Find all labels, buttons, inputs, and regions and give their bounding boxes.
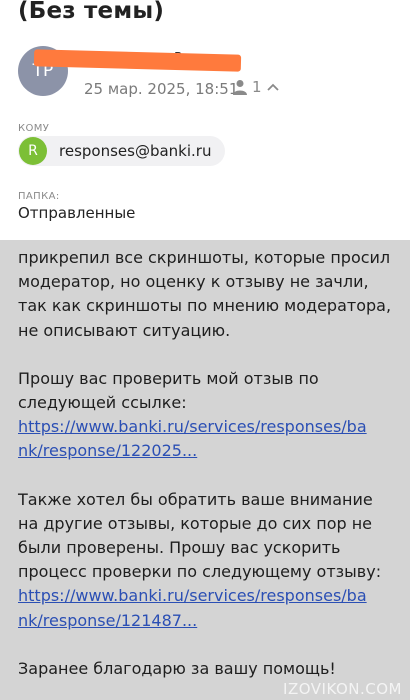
recipient-chip[interactable]: R responses@banki.ru xyxy=(18,136,226,166)
body-line: прикрепил все скриншоты, которые просил xyxy=(18,248,391,267)
body-line: на другие отзывы, которые до сих пор не xyxy=(18,513,373,533)
review-link-2-line[interactable]: https://www.banki.ru/services/responses/… xyxy=(18,584,403,608)
message-body-text: прикрепил все скриншоты, которые просил … xyxy=(18,246,403,681)
body-line: не описывают ситуацию. xyxy=(18,320,231,340)
recipient-address: responses@banki.ru xyxy=(59,142,212,160)
body-line: Также хотел бы обратить ваше внимание xyxy=(18,489,373,509)
chevron-up-icon xyxy=(266,83,279,91)
body-line: были проверены. Прошу вас ускорить xyxy=(18,538,341,558)
body-line: следующей ссылке: xyxy=(18,393,187,413)
review-link-1-line[interactable]: nk/response/122025... xyxy=(18,439,403,463)
body-line: процесс проверки по следующему отзыву: xyxy=(18,562,382,582)
review-link-2[interactable]: https://www.banki.ru/services/responses/… xyxy=(18,584,403,632)
body-line: так как скриншоты по мнению модератора, xyxy=(18,296,392,316)
folder-label: ПАПКА: xyxy=(18,191,60,202)
message-date: 25 мар. 2025, 18:51 xyxy=(84,80,239,98)
folder-value: Отправленные xyxy=(18,204,136,222)
watermark: IZOVIKON.COM xyxy=(283,680,402,698)
body-line: модератор, но оценку к отзыву не зачли, xyxy=(18,272,369,292)
recipients-toggle[interactable]: 1 xyxy=(232,78,280,96)
person-icon xyxy=(233,80,247,95)
review-link-2-line[interactable]: nk/response/121487... xyxy=(18,609,403,633)
review-link-1[interactable]: https://www.banki.ru/services/responses/… xyxy=(18,415,403,463)
recipient-avatar: R xyxy=(19,137,47,165)
message-body: прикрепил все скриншоты, которые просил … xyxy=(0,240,410,700)
recipient-count: 1 xyxy=(252,78,262,96)
review-link-1-line[interactable]: https://www.banki.ru/services/responses/… xyxy=(18,415,403,439)
to-label: КОМУ xyxy=(18,123,50,134)
body-line: Прошу вас проверить мой отзыв по xyxy=(18,368,319,388)
email-subject: (Без темы) xyxy=(18,0,165,24)
closing-line: Заранее благодарю за вашу помощь! xyxy=(18,658,336,678)
